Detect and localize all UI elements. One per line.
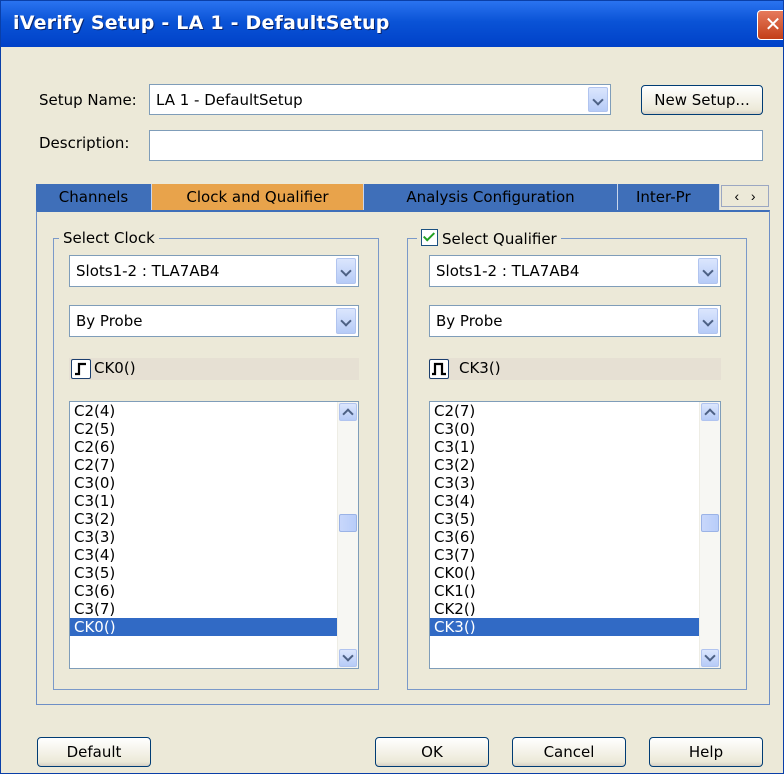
qualifier-items: C2(7) C3(0) C3(1) C3(2) C3(3) C3(4) C3(5) C3(6)… <box>430 402 720 636</box>
qualifier-list-item[interactable]: C3(7) <box>430 546 720 564</box>
clock-list-item[interactable]: C2(4) <box>70 402 358 420</box>
pulse-high-icon[interactable] <box>429 359 449 379</box>
clock-list-item[interactable]: C3(5) <box>70 564 358 582</box>
qualifier-list-item[interactable]: CK1() <box>430 582 720 600</box>
select-qualifier-label: Select Qualifier <box>442 230 557 248</box>
clock-list-item[interactable]: C2(6) <box>70 438 358 456</box>
tab-inter-pr[interactable]: Inter-Pr <box>618 184 720 210</box>
chevron-down-icon[interactable] <box>336 308 356 334</box>
ok-button[interactable]: OK <box>375 737 489 767</box>
scroll-down-button[interactable] <box>339 649 357 667</box>
qualifier-mode-value: By Probe <box>436 312 503 330</box>
chevron-down-icon[interactable] <box>336 258 356 284</box>
qualifier-list-item[interactable]: C3(6) <box>430 528 720 546</box>
qualifier-list-item[interactable]: C2(7) <box>430 402 720 420</box>
clock-items: C2(4) C2(5) C2(6) C2(7) C3(0) C3(1) C3(2) C3(3)… <box>70 402 358 636</box>
clock-current-row: CK0() <box>69 358 359 380</box>
qualifier-current-value: CK3() <box>459 359 501 377</box>
setup-name-value: LA 1 - DefaultSetup <box>156 91 303 109</box>
select-clock-title: Select Clock <box>59 229 159 247</box>
tab-scroll-buttons[interactable]: ‹ › <box>721 185 769 207</box>
scroll-up-button[interactable] <box>701 403 719 421</box>
setup-name-label: Setup Name: <box>39 91 137 109</box>
scroll-up-button[interactable] <box>339 403 357 421</box>
title-bar[interactable]: iVerify Setup - LA 1 - DefaultSetup ✕ <box>1 1 783 47</box>
qualifier-list-item[interactable]: C3(0) <box>430 420 720 438</box>
clock-module-combobox[interactable]: Slots1-2 : TLA7AB4 <box>69 255 359 287</box>
new-setup-button[interactable]: New Setup... <box>641 85 763 115</box>
qualifier-list-item[interactable]: C3(2) <box>430 456 720 474</box>
chevron-right-icon[interactable]: › <box>751 188 756 204</box>
clock-list-item[interactable]: C3(6) <box>70 582 358 600</box>
tab-strip: Channels Clock and Qualifier Analysis Co… <box>36 184 769 210</box>
select-qualifier-checkbox[interactable] <box>421 229 438 246</box>
qualifier-channel-list[interactable]: C2(7) C3(0) C3(1) C3(2) C3(3) C3(4) C3(5) C3(6)… <box>429 401 721 669</box>
clock-list-scrollbar[interactable] <box>337 402 358 668</box>
close-button[interactable]: ✕ <box>757 10 783 40</box>
chevron-left-icon[interactable]: ‹ <box>734 188 739 204</box>
help-button[interactable]: Help <box>649 737 763 767</box>
iverify-setup-dialog: iVerify Setup - LA 1 - DefaultSetup ✕ Se… <box>0 0 784 774</box>
clock-list-item[interactable]: C3(4) <box>70 546 358 564</box>
cancel-button[interactable]: Cancel <box>512 737 626 767</box>
qualifier-list-item[interactable]: CK2() <box>430 600 720 618</box>
scroll-thumb[interactable] <box>339 514 357 532</box>
chevron-down-icon[interactable] <box>588 87 608 112</box>
qualifier-list-item[interactable]: C3(1) <box>430 438 720 456</box>
qualifier-list-item[interactable]: CK3() <box>430 618 720 636</box>
tab-clock-and-qualifier[interactable]: Clock and Qualifier <box>152 184 364 210</box>
chevron-down-icon[interactable] <box>698 258 718 284</box>
qualifier-list-item[interactable]: CK0() <box>430 564 720 582</box>
clock-list-item[interactable]: C2(7) <box>70 456 358 474</box>
clock-and-qualifier-panel: Select Clock Slots1-2 : TLA7AB4 By Probe… <box>36 210 770 705</box>
scroll-thumb[interactable] <box>701 514 719 532</box>
clock-list-item[interactable]: CK0() <box>70 618 358 636</box>
clock-current-value: CK0() <box>94 359 136 377</box>
clock-list-item[interactable]: C3(3) <box>70 528 358 546</box>
qualifier-list-scrollbar[interactable] <box>699 402 720 668</box>
qualifier-list-item[interactable]: C3(4) <box>430 492 720 510</box>
qualifier-current-row: CK3() <box>429 358 721 380</box>
description-input[interactable] <box>149 130 763 161</box>
clock-list-item[interactable]: C3(1) <box>70 492 358 510</box>
qualifier-list-item[interactable]: C3(3) <box>430 474 720 492</box>
qualifier-module-value: Slots1-2 : TLA7AB4 <box>436 262 580 280</box>
tab-channels[interactable]: Channels <box>36 184 152 210</box>
scroll-down-button[interactable] <box>701 649 719 667</box>
qualifier-mode-combobox[interactable]: By Probe <box>429 305 721 337</box>
clock-channel-list[interactable]: C2(4) C2(5) C2(6) C2(7) C3(0) C3(1) C3(2) C3(3)… <box>69 401 359 669</box>
clock-list-item[interactable]: C3(0) <box>70 474 358 492</box>
description-label: Description: <box>39 134 130 152</box>
clock-module-value: Slots1-2 : TLA7AB4 <box>76 262 220 280</box>
clock-list-item[interactable]: C3(7) <box>70 600 358 618</box>
window-title: iVerify Setup - LA 1 - DefaultSetup <box>13 12 390 34</box>
select-qualifier-title[interactable]: Select Qualifier <box>417 229 561 248</box>
clock-mode-combobox[interactable]: By Probe <box>69 305 359 337</box>
clock-list-item[interactable]: C3(2) <box>70 510 358 528</box>
default-button[interactable]: Default <box>37 737 151 767</box>
qualifier-list-item[interactable]: C3(5) <box>430 510 720 528</box>
tab-analysis-configuration[interactable]: Analysis Configuration <box>364 184 618 210</box>
chevron-down-icon[interactable] <box>698 308 718 334</box>
rising-edge-icon[interactable] <box>71 359 91 379</box>
qualifier-module-combobox[interactable]: Slots1-2 : TLA7AB4 <box>429 255 721 287</box>
clock-mode-value: By Probe <box>76 312 143 330</box>
setup-name-combobox[interactable]: LA 1 - DefaultSetup <box>149 84 611 115</box>
clock-list-item[interactable]: C2(5) <box>70 420 358 438</box>
